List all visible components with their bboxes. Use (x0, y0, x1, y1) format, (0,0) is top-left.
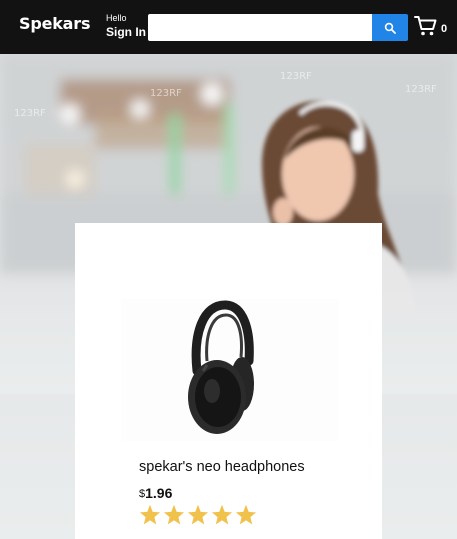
product-name[interactable]: spekar's neo headphones (139, 459, 305, 475)
cart-icon (414, 16, 437, 36)
cart-button[interactable]: 0 (414, 15, 450, 39)
cart-count: 0 (441, 23, 448, 35)
price-amount: 1.96 (145, 485, 173, 501)
price-currency: $ (139, 488, 146, 500)
sign-in-link[interactable]: Sign In (106, 26, 146, 38)
search-icon (384, 22, 396, 34)
svg-text:123RF: 123RF (150, 88, 182, 99)
search-input[interactable] (148, 14, 372, 41)
product-card[interactable]: spekar's neo headphones $1.96 (75, 223, 382, 539)
star-rating (139, 504, 259, 525)
top-navbar: Spekars Hello Sign In 0 (0, 0, 457, 54)
account-link[interactable]: Hello Sign In (106, 13, 146, 39)
star-icon (187, 504, 209, 525)
site-logo[interactable]: Spekars (19, 14, 90, 33)
product-price: $1.96 (139, 485, 172, 503)
greeting-text: Hello (106, 13, 127, 23)
star-icon (211, 504, 233, 525)
svg-text:123RF: 123RF (14, 108, 46, 119)
product-image[interactable] (121, 299, 339, 441)
star-icon (163, 504, 185, 525)
star-icon (235, 504, 257, 525)
svg-text:123RF: 123RF (405, 84, 437, 95)
svg-text:123RF: 123RF (280, 71, 312, 82)
headphones-image (188, 300, 254, 434)
star-icon (139, 504, 161, 525)
search-button[interactable] (372, 14, 408, 41)
